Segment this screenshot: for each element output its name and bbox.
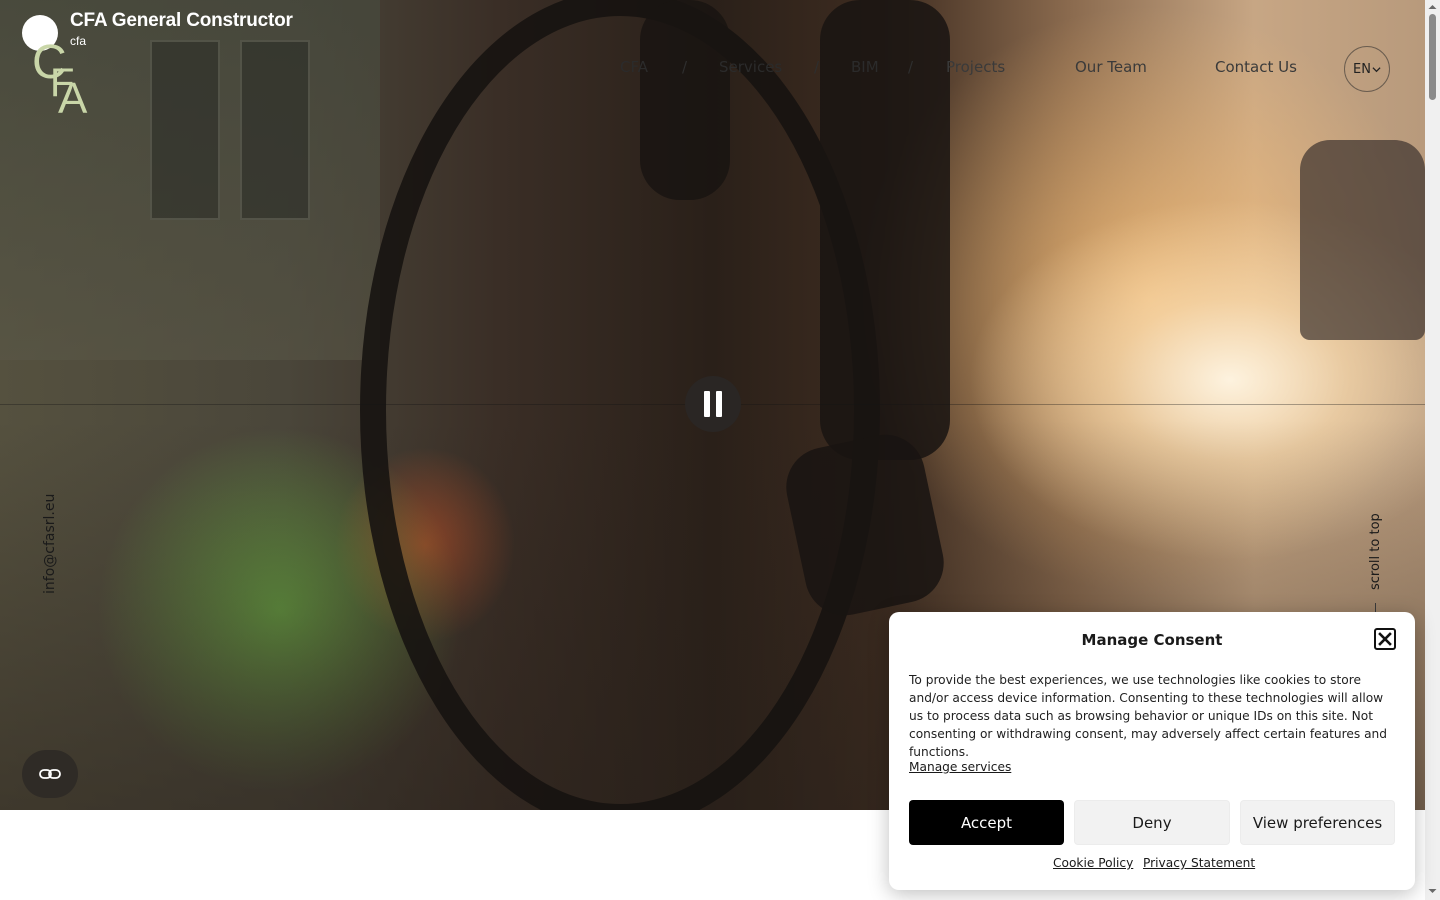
accept-button[interactable]: Accept [909, 800, 1064, 845]
view-preferences-button[interactable]: View preferences [1240, 800, 1395, 845]
nav-item-bim[interactable]: BIM [851, 58, 879, 76]
nav-separator: / [908, 58, 914, 76]
pause-icon [704, 391, 722, 417]
nav-item-projects[interactable]: Projects [946, 58, 1005, 76]
nav-item-our-team[interactable]: Our Team [1075, 58, 1147, 76]
chevron-down-icon [1372, 66, 1381, 72]
site-title[interactable]: CFA General Constructor [70, 10, 293, 32]
nav-separator: / [682, 58, 688, 76]
privacy-statement-link[interactable]: Privacy Statement [1143, 856, 1255, 870]
scrollbar-thumb[interactable] [1429, 14, 1436, 100]
pause-button[interactable] [685, 376, 741, 432]
consent-title: Manage Consent [1081, 631, 1223, 649]
cookie-policy-link[interactable]: Cookie Policy [1053, 856, 1133, 870]
background-car [1300, 140, 1425, 340]
bicycle-wheel [360, 0, 880, 810]
consent-body: To provide the best experiences, we use … [909, 673, 1388, 759]
language-selector[interactable]: EN [1344, 46, 1390, 92]
scrollbar-track[interactable] [1425, 0, 1440, 900]
main-nav: CFA / Services / BIM / Projects Our Team… [0, 58, 1440, 80]
site-tagline: cfa [70, 34, 87, 48]
share-link-button[interactable] [22, 750, 78, 798]
language-label: EN [1353, 61, 1371, 77]
deny-button[interactable]: Deny [1074, 800, 1230, 845]
rider-leg [640, 0, 730, 200]
consent-dialog: Manage Consent To provide the best exper… [889, 612, 1415, 890]
scroll-up-arrow-icon[interactable] [1427, 2, 1438, 12]
email-link[interactable]: info@cfasrl.eu [42, 494, 58, 594]
scroll-down-arrow-icon[interactable] [1427, 886, 1438, 896]
svg-text:A: A [58, 74, 88, 118]
close-button[interactable] [1374, 628, 1396, 650]
scroll-to-top-link[interactable]: scroll to top [1368, 513, 1383, 590]
nav-item-services[interactable]: Services [719, 58, 782, 76]
nav-item-contact-us[interactable]: Contact Us [1215, 58, 1297, 76]
link-icon [39, 769, 61, 779]
page: C F A CFA General Constructor cfa CFA / … [0, 0, 1440, 900]
nav-separator: / [814, 58, 820, 76]
nav-item-cfa[interactable]: CFA [620, 58, 648, 76]
manage-services-link[interactable]: Manage services [909, 760, 1011, 774]
close-icon [1378, 632, 1392, 646]
